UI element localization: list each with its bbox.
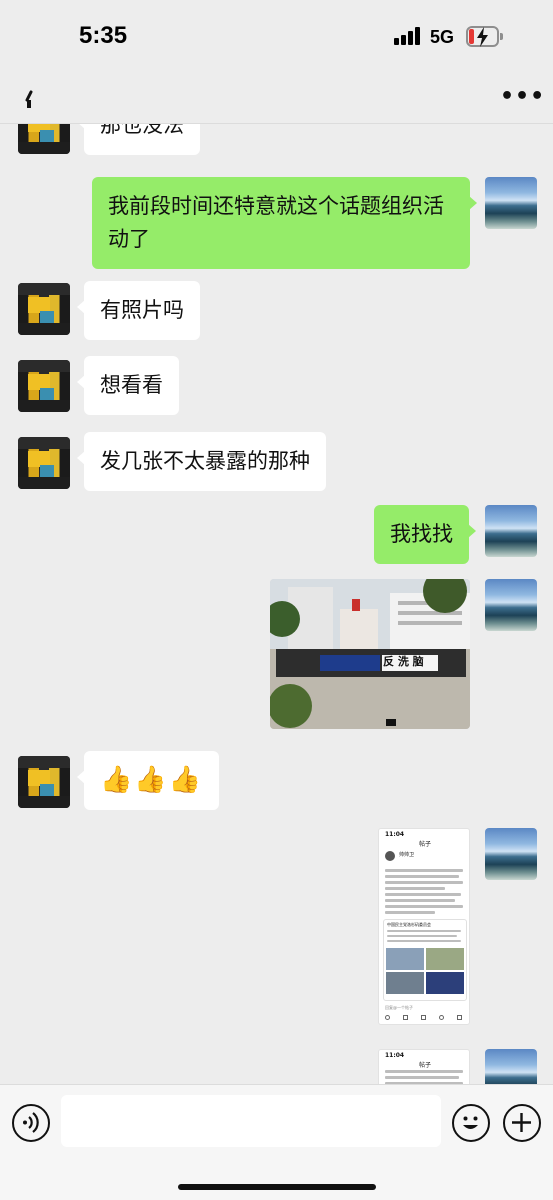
- back-arrow-icon[interactable]: [22, 88, 46, 112]
- photo-banner-text: 反 洗 脑: [383, 655, 424, 668]
- signal-strength-icon: [394, 27, 422, 45]
- plus-icon[interactable]: [503, 1104, 541, 1142]
- message-text-line: 动了: [108, 227, 150, 251]
- screenshot-header-time: 11:04: [385, 831, 405, 838]
- screenshot-toolbar: [385, 1015, 465, 1021]
- contact-avatar[interactable]: [18, 360, 70, 412]
- photo-message[interactable]: 反 洗 脑: [270, 579, 470, 729]
- message-input[interactable]: [61, 1095, 441, 1147]
- contact-avatar[interactable]: [18, 283, 70, 335]
- message-bubble[interactable]: 👍👍👍: [76, 751, 220, 810]
- screenshot-reply-placeholder: 回复@一个帖子: [385, 1005, 413, 1010]
- message-bubble[interactable]: 我找找: [374, 505, 476, 564]
- message-bubble[interactable]: 那也没法: [77, 124, 200, 155]
- chat-header: •••: [0, 70, 553, 124]
- contact-avatar[interactable]: [18, 124, 70, 154]
- screenshot-username: 帅帅卫: [399, 852, 415, 858]
- my-avatar[interactable]: [485, 1049, 537, 1084]
- voice-icon[interactable]: [12, 1104, 50, 1142]
- screenshot-avatar: [385, 851, 395, 861]
- screenshot-header-title: 帖子: [419, 1062, 432, 1069]
- screenshot-quote-source: 中国民主党洛杉矶委员会: [387, 922, 431, 927]
- my-avatar[interactable]: [485, 177, 537, 229]
- screenshot-header-time: 11:04: [385, 1052, 405, 1059]
- input-bar: [0, 1084, 553, 1200]
- my-avatar[interactable]: [485, 828, 537, 880]
- message-list[interactable]: 那也没法 我前段时间还特意就这个话题组织活 动了 有照片吗 想看看 发几张不太暴…: [0, 124, 553, 1084]
- screenshot-message[interactable]: 11:04 帖子: [378, 1049, 470, 1084]
- more-icon[interactable]: •••: [500, 84, 544, 112]
- home-indicator: [178, 1184, 376, 1190]
- message-bubble[interactable]: 我前段时间还特意就这个话题组织活 动了: [92, 177, 477, 269]
- status-bar: 5:35 5G: [0, 0, 553, 70]
- message-bubble[interactable]: 想看看: [77, 356, 179, 415]
- message-text-line: 我前段时间还特意就这个话题组织活: [108, 194, 444, 218]
- emoji-icon[interactable]: [452, 1104, 490, 1142]
- my-avatar[interactable]: [485, 505, 537, 557]
- network-type: 5G: [430, 27, 455, 47]
- message-bubble[interactable]: 有照片吗: [77, 281, 200, 340]
- my-avatar[interactable]: [485, 579, 537, 631]
- battery-icon: [466, 26, 503, 47]
- screenshot-message[interactable]: 11:04 帖子 帅帅卫 中国民主党洛杉矶委员会 回复@一个帖子: [378, 828, 470, 1025]
- contact-avatar[interactable]: [18, 756, 70, 808]
- screenshot-header-title: 帖子: [419, 841, 432, 848]
- status-time: 5:35: [79, 22, 128, 49]
- screenshot-quote: 中国民主党洛杉矶委员会: [383, 919, 467, 1001]
- message-bubble[interactable]: 发几张不太暴露的那种: [77, 432, 326, 491]
- contact-avatar[interactable]: [18, 437, 70, 489]
